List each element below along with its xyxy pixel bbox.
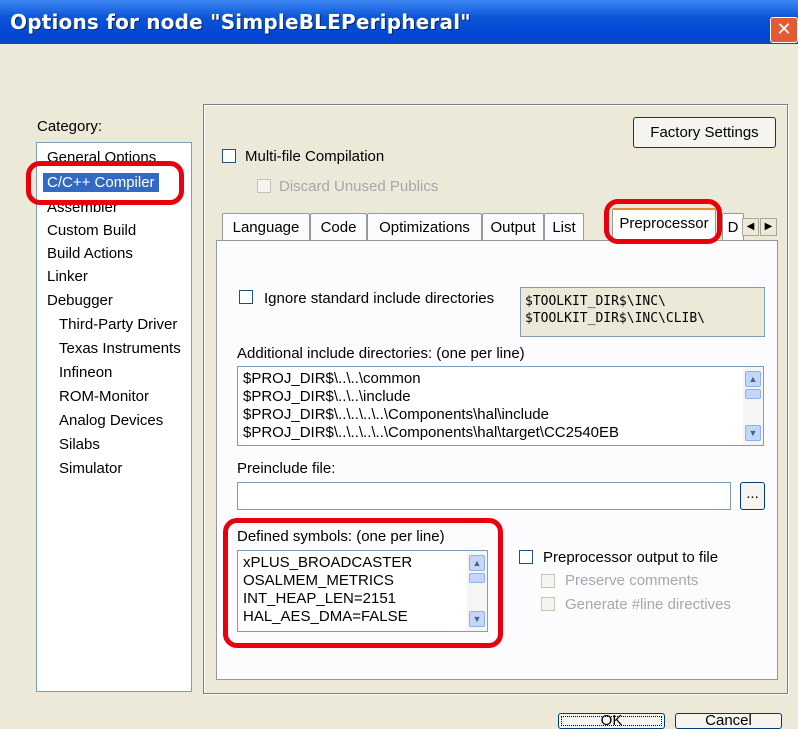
category-item-texas-instruments[interactable]: Texas Instruments xyxy=(59,340,181,357)
tab-output[interactable]: Output xyxy=(482,213,544,240)
additional-include-textarea[interactable]: $PROJ_DIR$\..\..\common $PROJ_DIR$\..\..… xyxy=(237,366,764,446)
ignore-std-include-text: Ignore standard include directories xyxy=(264,290,495,307)
scroll-thumb[interactable] xyxy=(469,573,485,583)
tab-optimizations[interactable]: Optimizations xyxy=(367,213,482,240)
scroll-down-icon[interactable]: ▼ xyxy=(469,611,485,627)
preserve-comments-label: Preserve comments xyxy=(565,572,699,589)
category-item-c-cpp-compiler[interactable]: C/C++ Compiler xyxy=(43,173,159,192)
include-dir-line: $PROJ_DIR$\..\..\..\..\Components\hal\in… xyxy=(243,406,549,423)
category-item-analog-devices[interactable]: Analog Devices xyxy=(59,412,163,429)
category-item-debugger[interactable]: Debugger xyxy=(47,292,113,309)
include-dir-line: $PROJ_DIR$\..\..\include xyxy=(243,388,411,405)
tab-list[interactable]: List xyxy=(544,213,584,240)
scroll-thumb[interactable] xyxy=(745,389,761,399)
scroll-down-icon[interactable]: ▼ xyxy=(745,425,761,441)
category-item-simulator[interactable]: Simulator xyxy=(59,460,122,477)
category-item-rom-monitor[interactable]: ROM-Monitor xyxy=(59,388,149,405)
close-icon: ✕ xyxy=(776,19,792,40)
defined-symbol-line: xPLUS_BROADCASTER xyxy=(243,554,413,571)
preserve-comments-checkbox xyxy=(541,574,555,588)
scroll-up-icon[interactable]: ▲ xyxy=(469,555,485,571)
pp-output-checkbox[interactable] xyxy=(519,550,533,564)
additional-include-label: Additional include directories: (one per… xyxy=(237,345,525,362)
window-title: Options for node "SimpleBLEPeripheral" xyxy=(10,10,471,34)
discard-unused-checkbox xyxy=(257,179,271,193)
pp-output-label: Preprocessor output to file xyxy=(543,549,719,566)
tab-preprocessor[interactable]: Preprocessor xyxy=(612,208,716,242)
category-item-custom-build[interactable]: Custom Build xyxy=(47,222,136,239)
defined-symbol-line: INT_HEAP_LEN=2151 xyxy=(243,590,397,607)
title-bar: Options for node "SimpleBLEPeripheral" ✕ xyxy=(0,0,798,44)
ok-button[interactable]: OK xyxy=(558,713,665,729)
category-item-general-options[interactable]: General Options xyxy=(47,149,156,166)
tab-scroll-left-icon[interactable]: ◀ xyxy=(742,218,759,236)
include-dir-line: $PROJ_DIR$\..\..\common xyxy=(243,370,421,387)
std-include-dirs-box: $TOOLKIT_DIR$\INC\ $TOOLKIT_DIR$\INC\CLI… xyxy=(520,287,765,337)
include-dir-line: $PROJ_DIR$\..\..\..\..\Components\hal\ta… xyxy=(243,424,620,441)
category-list[interactable]: General Options C/C++ Compiler Assembler… xyxy=(36,142,192,692)
tab-language[interactable]: Language xyxy=(222,213,310,240)
ignore-std-include-checkbox[interactable] xyxy=(239,290,253,304)
preinclude-input[interactable] xyxy=(237,482,731,510)
preinclude-label: Preinclude file: xyxy=(237,460,336,477)
std-dir-line: $TOOLKIT_DIR$\INC\ xyxy=(525,294,666,309)
tab-diagnostics-partial[interactable]: D xyxy=(722,213,744,240)
category-item-assembler[interactable]: Assembler xyxy=(47,199,118,216)
category-item-build-actions[interactable]: Build Actions xyxy=(47,245,133,262)
defined-symbols-label: Defined symbols: (one per line) xyxy=(237,528,445,545)
category-label: Category: xyxy=(37,118,103,135)
browse-button[interactable]: ... xyxy=(740,482,765,510)
std-dir-line: $TOOLKIT_DIR$\INC\CLIB\ xyxy=(525,311,706,326)
tab-code[interactable]: Code xyxy=(310,213,367,240)
scroll-up-icon[interactable]: ▲ xyxy=(745,371,761,387)
defined-symbols-scrollbar[interactable]: ▲ ▼ xyxy=(467,551,487,631)
defined-symbol-line: HAL_AES_DMA=FALSE xyxy=(243,608,408,625)
generate-line-label: Generate #line directives xyxy=(565,596,731,613)
close-button[interactable]: ✕ xyxy=(770,17,798,43)
category-item-silabs[interactable]: Silabs xyxy=(59,436,100,453)
category-item-infineon[interactable]: Infineon xyxy=(59,364,112,381)
defined-symbols-textarea[interactable]: xPLUS_BROADCASTER OSALMEM_METRICS INT_HE… xyxy=(237,550,488,632)
multifile-checkbox[interactable] xyxy=(222,149,236,163)
cancel-button[interactable]: Cancel xyxy=(675,713,782,729)
category-item-linker[interactable]: Linker xyxy=(47,268,88,285)
defined-symbol-line: OSALMEM_METRICS xyxy=(243,572,394,589)
include-dirs-scrollbar[interactable]: ▲ ▼ xyxy=(743,367,763,445)
multifile-label: Multi-file Compilation xyxy=(245,148,385,165)
generate-line-checkbox xyxy=(541,597,555,611)
ignore-std-include-label: Ignore standard include directories xyxy=(264,290,494,307)
discard-unused-label: Discard Unused Publics xyxy=(279,178,439,195)
category-item-third-party-driver[interactable]: Third-Party Driver xyxy=(59,316,177,333)
factory-settings-button[interactable]: Factory Settings xyxy=(633,117,776,148)
tab-scroll-right-icon[interactable]: ▶ xyxy=(760,218,777,236)
